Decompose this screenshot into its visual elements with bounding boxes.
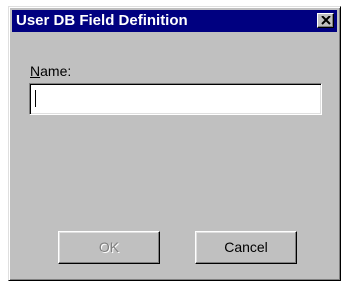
name-label: Name: bbox=[30, 63, 71, 79]
ok-button[interactable]: OK bbox=[58, 231, 160, 264]
close-button[interactable] bbox=[317, 13, 334, 28]
name-label-text: Name: bbox=[30, 63, 72, 79]
dialog-title: User DB Field Definition bbox=[16, 12, 188, 29]
name-input[interactable] bbox=[29, 83, 322, 115]
close-x-icon bbox=[321, 16, 331, 25]
cancel-button[interactable]: Cancel bbox=[195, 231, 297, 264]
text-caret bbox=[35, 90, 36, 107]
title-bar[interactable]: User DB Field Definition bbox=[12, 10, 337, 32]
